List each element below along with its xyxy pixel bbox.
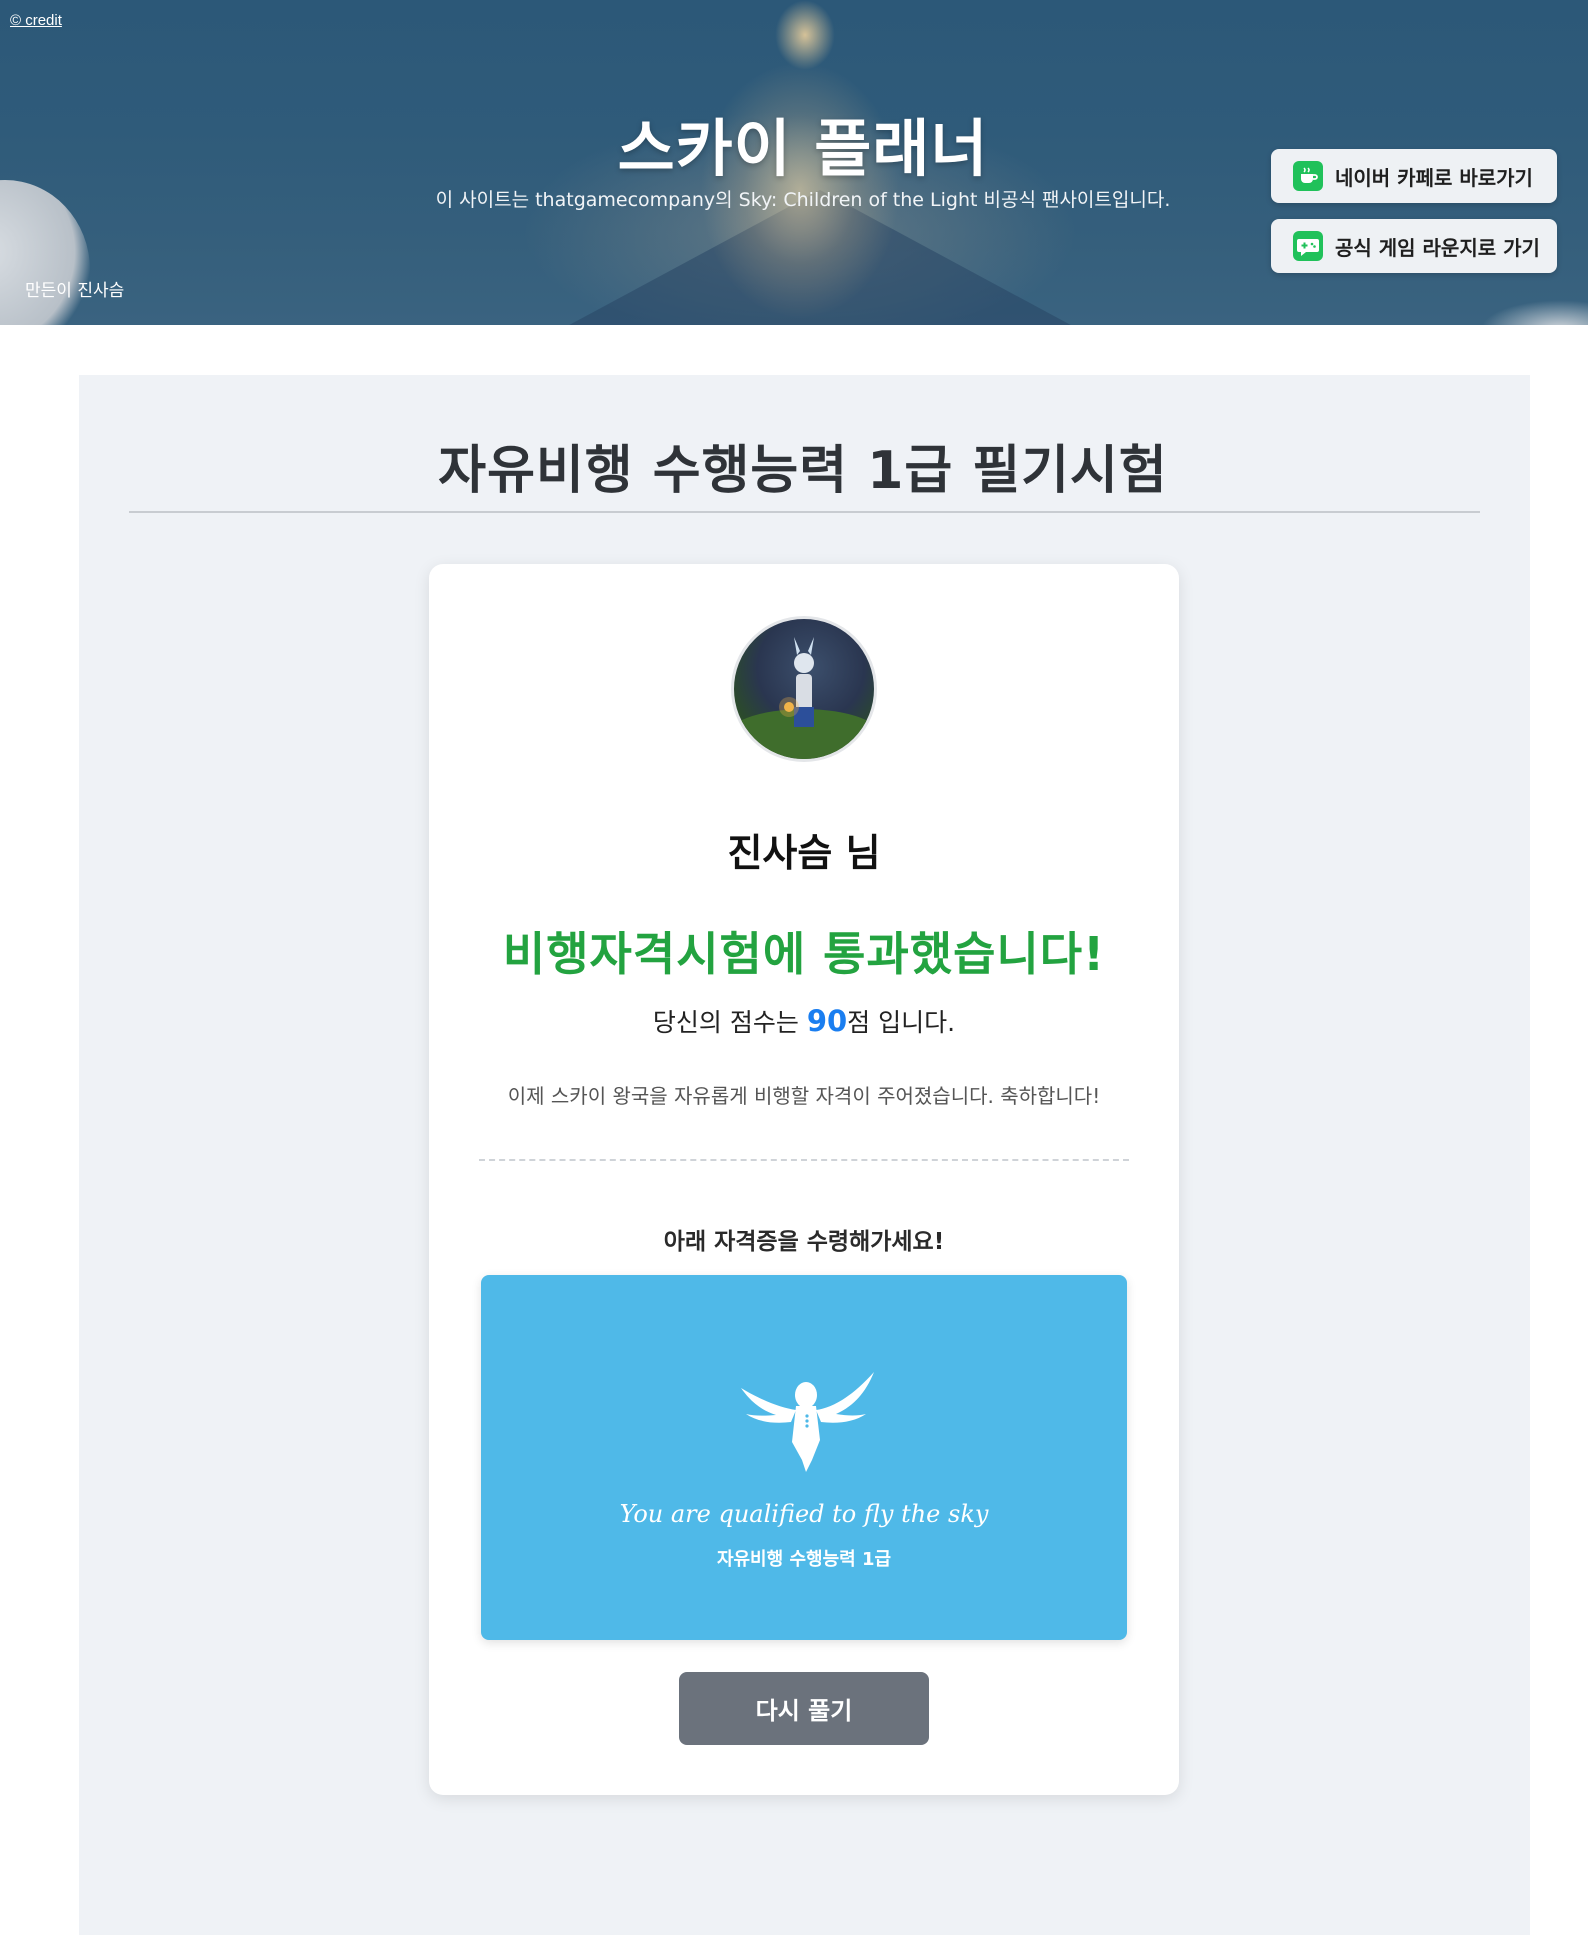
naver-cafe-icon xyxy=(1293,161,1323,191)
congrats-message: 이제 스카이 왕국을 자유롭게 비행할 자격이 주어졌습니다. 축하합니다! xyxy=(507,1084,1101,1108)
section-divider xyxy=(479,1159,1129,1161)
certificate-prompt: 아래 자격증을 수령해가세요! xyxy=(663,1229,945,1255)
game-lounge-icon xyxy=(1293,231,1323,261)
retry-button[interactable]: 다시 풀기 xyxy=(679,1672,929,1745)
pass-message: 비행자격시험에 통과했습니다! xyxy=(502,927,1106,981)
score-value: 90 xyxy=(806,1004,848,1038)
exam-title: 자유비행 수행능력 1급 필기시험 xyxy=(438,441,1168,501)
certificate-image xyxy=(481,1275,1127,1640)
naver-cafe-label: 네이버 카페로 바로가기 xyxy=(1335,165,1533,190)
credit-link[interactable]: © credit xyxy=(10,12,62,29)
score-line: 당신의 점수는 90점 입니다. xyxy=(429,1003,1179,1039)
score-prefix: 당신의 점수는 xyxy=(652,1008,807,1037)
title-divider xyxy=(129,511,1480,513)
winged-child-icon xyxy=(741,1372,874,1472)
certificate-grade: 자유비행 수행능력 1급 xyxy=(716,1549,892,1570)
game-lounge-label: 공식 게임 라운지로 가기 xyxy=(1335,235,1540,260)
background-cloud xyxy=(1480,300,1588,325)
author-credit: 만든이 진사슴 xyxy=(25,281,125,301)
background-light-top xyxy=(775,0,835,70)
score-suffix: 점 입니다. xyxy=(847,1008,956,1037)
user-name: 진사슴 님 xyxy=(727,831,881,875)
site-header: © credit 스카이 플래너 이 사이트는 thatgamecompany의… xyxy=(0,0,1588,325)
game-lounge-button[interactable]: 공식 게임 라운지로 가기 xyxy=(1271,219,1557,273)
naver-cafe-button[interactable]: 네이버 카페로 바로가기 xyxy=(1271,149,1557,203)
certificate-tagline: You are qualified to fly the sky xyxy=(619,1500,989,1528)
player-avatar-image xyxy=(731,616,877,762)
